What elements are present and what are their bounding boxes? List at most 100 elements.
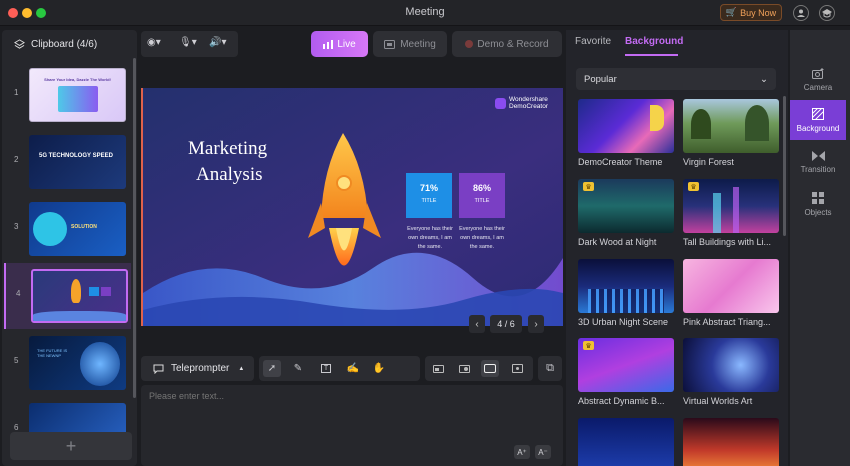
hand-icon[interactable]: ✋ [370,360,388,377]
slide-preview: THE FUTURE IS THE NEWNP [29,336,126,390]
add-slide-button[interactable]: + [10,432,132,460]
live-label: Live [337,38,356,50]
stat-caption-2: Everyone has their own dreams, I am the … [459,226,505,250]
picture-in-picture-icon[interactable] [429,360,447,377]
slide-caption: SOLUTION [71,224,97,230]
background-item[interactable] [683,418,779,466]
nav-label: Camera [803,83,833,92]
background-item[interactable]: 3D Urban Night Scene [578,259,674,327]
buy-now-label: Buy Now [740,7,777,18]
nav-objects[interactable]: Objects [790,184,846,224]
background-item[interactable]: Pink Abstract Triang... [683,259,779,327]
background-item[interactable]: ♛ Abstract Dynamic B... [578,338,674,406]
brand-logo: Wondershare DemoCreator [495,96,559,110]
premium-crown-icon: ♛ [688,182,699,191]
nav-background[interactable]: Background [790,100,846,140]
background-name: Virtual Worlds Art [683,396,753,406]
slide-thumbnail-5[interactable]: 5 THE FUTURE IS THE NEWNP [2,330,137,396]
slide-number: 6 [14,423,19,432]
slide-preview [31,269,128,323]
slide-thumbnail-6[interactable]: 6 [2,397,137,437]
demo-record-button[interactable]: Demo & Record [452,31,562,57]
background-thumbnail [578,259,674,313]
annotation-tools: ➚ ✎ T ✍ ✋ [259,356,420,381]
background-thumbnail [683,259,779,313]
category-value: Popular [584,73,617,85]
slide-thumbnail-2[interactable]: 2 5G TECHNOLOGY SPEED [2,129,137,195]
slide-thumbnail-3[interactable]: 3 SOLUTION [2,196,137,262]
background-item[interactable]: DemoCreator Theme [578,99,674,167]
background-name: DemoCreator Theme [578,157,663,167]
chat-icon [153,364,164,374]
background-item[interactable]: Virgin Forest [683,99,779,167]
stat-label: TITLE [474,198,490,204]
microphone-icon[interactable]: 🎙▾ [179,37,197,48]
premium-crown-icon: ♛ [583,341,594,350]
slide-number: 2 [14,155,19,164]
webcam-icon[interactable]: ◉▾ [147,37,161,48]
edit-icon[interactable]: ✍ [344,360,362,377]
background-item[interactable]: ♛ Dark Wood at Night [578,179,674,247]
pointer-icon[interactable]: ➚ [263,360,281,377]
background-item[interactable] [578,418,674,466]
speaker-icon[interactable]: 🔊▾ [209,37,226,48]
background-icon [812,107,824,120]
democreator-logo-icon [495,97,506,109]
live-mode-button[interactable]: Live [311,31,368,57]
layers-icon [14,38,25,49]
slide-thumbnail-1[interactable]: 1 Share Your Idea, Dazzle The World! [2,62,137,128]
meeting-mode-button[interactable]: Meeting [373,31,447,57]
clipboard-title: Clipboard (4/6) [31,38,98,50]
stat-caption-1: Everyone has their own dreams, I am the … [407,226,453,250]
teleprompter-label: Teleprompter [171,363,230,374]
slide-number: 5 [14,356,19,365]
next-slide-button[interactable]: › [528,315,544,333]
share-icon: ⧉ [546,362,554,374]
screen-only-icon[interactable] [481,360,499,377]
stat-box-bg [459,173,505,218]
slide-caption: 5G TECHNOLOGY SPEED [39,153,113,159]
slide-preview: SOLUTION [29,202,126,256]
user-icon[interactable] [793,5,809,21]
background-thumbnail: ♛ [683,179,779,233]
tab-favorite[interactable]: Favorite [575,36,611,47]
prev-slide-button[interactable]: ‹ [469,315,485,333]
slide-preview: Share Your Idea, Dazzle The World! [29,68,126,122]
background-item[interactable]: ♛ Tall Buildings with Li... [683,179,779,247]
camera-only-icon[interactable] [508,360,526,377]
teleprompter-input[interactable] [149,391,549,401]
background-name: Abstract Dynamic B... [578,396,665,406]
tab-background[interactable]: Background [625,36,683,47]
nav-camera[interactable]: Camera [790,60,846,100]
page-indicator: 4 / 6 [490,315,522,333]
background-thumbnail [683,338,779,392]
nav-transition[interactable]: Transition [790,142,846,182]
background-thumbnail [683,99,779,153]
background-name: Tall Buildings with Li... [683,237,772,247]
app-window: Meeting 🛒 Buy Now Clipboard (4/6) 1 Shar… [0,0,850,466]
buy-now-button[interactable]: 🛒 Buy Now [720,4,782,21]
device-controls: ◉▾ 🎙▾ 🔊▾ [141,31,238,57]
teleprompter-button[interactable]: Teleprompter ▲ [141,356,254,381]
nav-label: Transition [800,164,836,174]
pen-icon[interactable]: ✎ [289,360,307,377]
background-item[interactable]: Virtual Worlds Art [683,338,779,406]
slide-canvas: Wondershare DemoCreator Marketing Analys… [141,88,563,326]
background-name: Virgin Forest [683,157,734,167]
font-larger-button[interactable]: A⁺ [514,445,530,459]
background-scrollbar[interactable] [783,96,786,236]
side-by-side-icon[interactable] [455,360,473,377]
graduation-cap-icon[interactable] [819,5,835,21]
layout-switcher [425,356,533,381]
brand-text: Wondershare DemoCreator [509,96,549,110]
stat-box-1: 71% TITLE [406,173,452,218]
text-icon[interactable]: T [317,360,335,377]
share-screen-button[interactable]: ⧉ [538,356,562,381]
font-smaller-button[interactable]: A⁻ [535,445,551,459]
slide-thumbnail-4[interactable]: 4 [4,263,131,329]
background-name: Dark Wood at Night [578,237,657,247]
slide-caption: Share Your Idea, Dazzle The World! [44,77,111,82]
category-dropdown[interactable]: Popular ⌄ [576,68,776,90]
clipboard-scrollbar[interactable] [133,58,136,398]
slide-caption: THE FUTURE IS THE NEWNP [37,348,68,358]
